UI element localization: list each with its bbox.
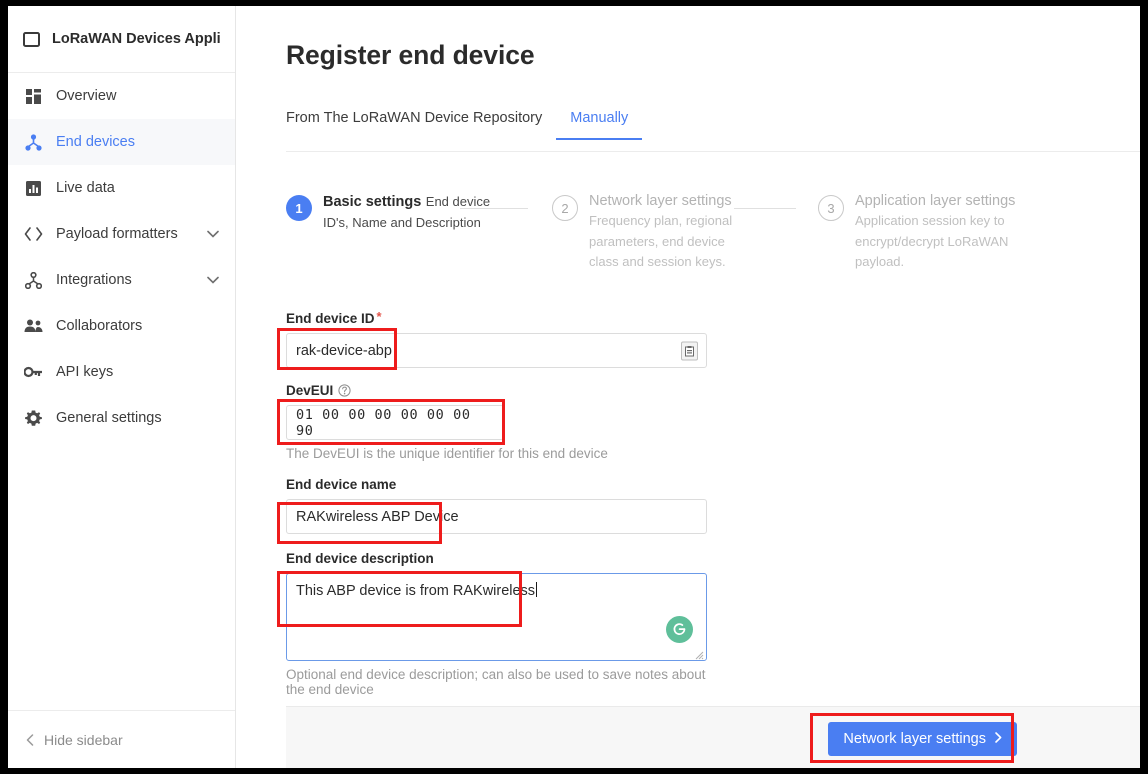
field-dev-eui: DevEUI 01 00 00 00 00 00 00 90 The DevEU… [286, 383, 707, 461]
end-device-name-input[interactable]: RAKwireless ABP Device [286, 499, 707, 534]
question-circle-icon[interactable] [338, 384, 351, 397]
basic-settings-form: End device ID * rak-device-abp DevEUI 01… [286, 309, 707, 697]
network-layer-settings-button[interactable]: Network layer settings [828, 722, 1017, 756]
stepper-step-application-layer-settings[interactable]: 3 Application layer settings Application… [818, 192, 1084, 273]
resize-grip-icon[interactable] [693, 647, 704, 660]
hide-sidebar-button[interactable]: Hide sidebar [8, 710, 235, 768]
end-device-description-label-text: End device description [286, 551, 434, 566]
step-title: Basic settings [323, 194, 422, 210]
sidebar-item-label: API keys [56, 364, 114, 380]
sidebar-item-overview[interactable]: Overview [8, 73, 235, 119]
field-end-device-id: End device ID * rak-device-abp [286, 309, 707, 368]
sidebar: LoRaWAN Devices Applica… Overview End de… [8, 6, 236, 768]
step-connector [734, 208, 796, 209]
step-connector [460, 208, 528, 209]
end-device-description-value: This ABP device is from RAKwireless [296, 583, 536, 599]
device-tree-icon [23, 132, 44, 153]
required-asterisk: * [376, 309, 382, 324]
application-header[interactable]: LoRaWAN Devices Applica… [8, 6, 235, 73]
grammarly-g-icon[interactable] [666, 616, 693, 643]
grid-icon [23, 86, 44, 107]
gear-icon [23, 408, 44, 429]
end-device-name-label: End device name [286, 477, 707, 492]
paste-icon[interactable] [681, 341, 698, 360]
step-number-badge: 1 [286, 195, 312, 221]
sidebar-item-label: General settings [56, 410, 162, 426]
dev-eui-input[interactable]: 01 00 00 00 00 00 00 90 [286, 405, 504, 440]
tab-from-device-repository[interactable]: From The LoRaWAN Device Repository [286, 110, 556, 140]
end-device-name-label-text: End device name [286, 477, 397, 492]
sidebar-item-label: End devices [56, 134, 135, 150]
sidebar-item-api-keys[interactable]: API keys [8, 349, 235, 395]
stepper-step-network-layer-settings[interactable]: 2 Network layer settings Frequency plan,… [552, 192, 818, 273]
end-device-name-value: RAKwireless ABP Device [296, 508, 459, 525]
step-title: Application layer settings [855, 193, 1016, 209]
registration-stepper: 1 Basic settings End device ID's, Name a… [286, 192, 1118, 273]
stepper-step-basic-settings[interactable]: 1 Basic settings End device ID's, Name a… [286, 192, 552, 273]
sidebar-item-label: Integrations [56, 272, 132, 288]
sidebar-item-label: Live data [56, 180, 115, 196]
sidebar-item-label: Collaborators [56, 318, 143, 334]
dev-eui-label-text: DevEUI [286, 383, 334, 398]
page-title: Register end device [286, 40, 535, 70]
sidebar-item-general-settings[interactable]: General settings [8, 395, 235, 441]
step-title: Network layer settings [589, 193, 732, 209]
end-device-id-label: End device ID * [286, 309, 707, 326]
chevron-left-icon [26, 733, 34, 746]
sidebar-item-payload-formatters[interactable]: Payload formatters [8, 211, 235, 257]
sidebar-item-label: Payload formatters [56, 226, 178, 242]
sidebar-item-collaborators[interactable]: Collaborators [8, 303, 235, 349]
main-content: Register end device From The LoRaWAN Dev… [237, 6, 1140, 768]
end-device-id-value: rak-device-abp [296, 342, 392, 359]
dev-eui-hint: The DevEUI is the unique identifier for … [286, 446, 608, 461]
text-caret [536, 582, 538, 597]
end-device-id-label-text: End device ID [286, 311, 375, 326]
step-description: Application session key to encrypt/decry… [855, 213, 1009, 269]
integrations-icon [23, 270, 44, 291]
chevron-down-icon[interactable] [207, 230, 219, 238]
step-number-badge: 3 [818, 195, 844, 221]
form-footer: Network layer settings [286, 706, 1140, 768]
people-icon [23, 316, 44, 337]
sidebar-item-end-devices[interactable]: End devices [8, 119, 235, 165]
dev-eui-label: DevEUI [286, 383, 707, 398]
app-window: LoRaWAN Devices Applica… Overview End de… [8, 6, 1140, 768]
field-end-device-description: End device description This ABP device i… [286, 551, 707, 697]
field-end-device-name: End device name RAKwireless ABP Device [286, 477, 707, 534]
next-button-label: Network layer settings [843, 731, 986, 747]
end-device-description-label: End device description [286, 551, 707, 566]
tab-manually[interactable]: Manually [556, 110, 643, 140]
sidebar-item-integrations[interactable]: Integrations [8, 257, 235, 303]
end-device-description-hint: Optional end device description; can als… [286, 667, 706, 697]
sidebar-item-label: Overview [56, 88, 117, 104]
code-brackets-icon [23, 224, 44, 245]
end-device-description-textarea[interactable]: This ABP device is from RAKwireless [286, 573, 707, 661]
key-icon [23, 362, 44, 383]
step-number-badge: 2 [552, 195, 578, 221]
application-title: LoRaWAN Devices Applica… [52, 31, 221, 47]
end-device-id-input[interactable]: rak-device-abp [286, 333, 707, 368]
dev-eui-value: 01 00 00 00 00 00 00 90 [296, 406, 471, 439]
chart-bar-icon [23, 178, 44, 199]
tab-bar: From The LoRaWAN Device Repository Manua… [286, 110, 1140, 152]
window-icon [22, 30, 40, 48]
hide-sidebar-label: Hide sidebar [44, 731, 123, 748]
sidebar-item-live-data[interactable]: Live data [8, 165, 235, 211]
step-description: Frequency plan, regional parameters, end… [589, 213, 733, 269]
chevron-right-icon [995, 731, 1002, 747]
chevron-down-icon[interactable] [207, 276, 219, 284]
sidebar-nav: Overview End devices Live data Payload f… [8, 73, 235, 441]
